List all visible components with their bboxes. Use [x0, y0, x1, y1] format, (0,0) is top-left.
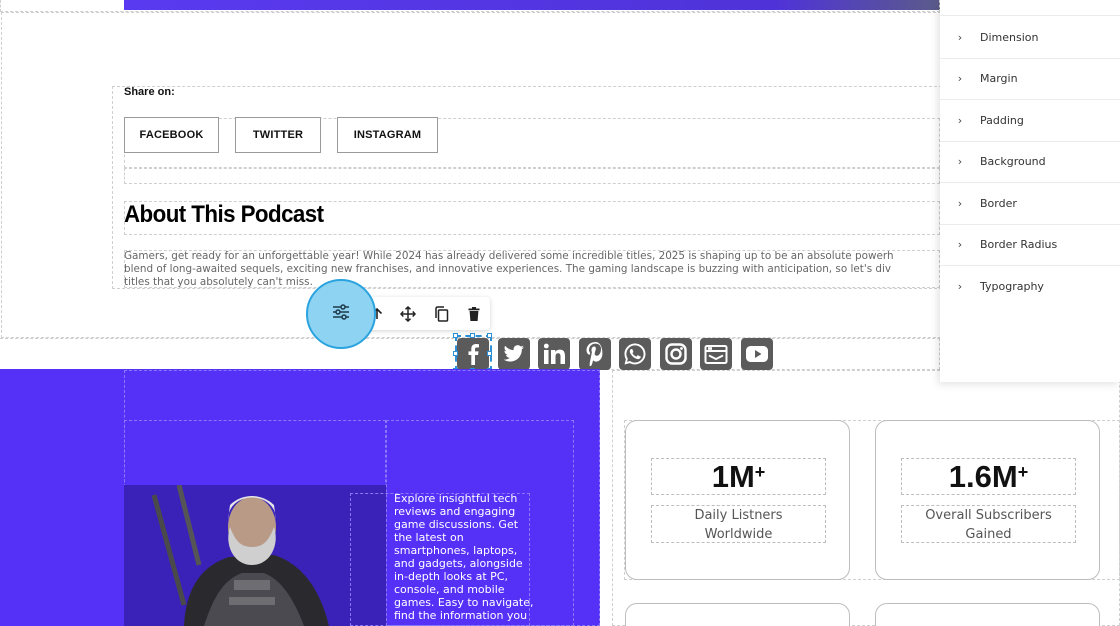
chevron-right-icon: › — [957, 72, 963, 86]
stat-suffix: + — [1017, 462, 1029, 482]
paragraph-line: titles that you absolutely can't miss. — [124, 276, 313, 288]
youtube-icon[interactable] — [741, 338, 773, 370]
panel-item-label: Margin — [980, 72, 1018, 86]
panel-item-label: Dimension — [980, 30, 1039, 44]
stat-label-line: Daily Listners — [694, 508, 783, 523]
row-outline — [124, 168, 940, 184]
style-panel: › Dimension › Margin › Padding › Background … — [940, 0, 1120, 382]
chevron-right-icon: › — [957, 196, 963, 210]
editor-canvas: Share on: FACEBOOK TWITTER INSTAGRAM Abo… — [0, 0, 1120, 626]
resize-handle[interactable] — [487, 333, 492, 338]
delete-icon[interactable] — [459, 297, 489, 330]
share-label: Share on: — [124, 86, 175, 98]
duplicate-icon[interactable] — [426, 297, 456, 330]
stat-number: 1.6M + — [901, 458, 1076, 495]
twitter-share-button[interactable]: TWITTER — [235, 117, 321, 153]
resize-handle[interactable] — [470, 333, 475, 338]
stat-card: 1.6M + Overall Subscribers Gained — [875, 420, 1100, 580]
panel-item-padding[interactable]: › Padding — [940, 100, 1120, 142]
hero-description: Explore insightful tech reviews and enga… — [394, 492, 534, 622]
section-outline — [0, 0, 940, 12]
move-icon[interactable] — [393, 297, 423, 330]
panel-item-label: Border — [980, 196, 1017, 210]
panel-item-label: Border Radius — [980, 238, 1058, 252]
witcher-image — [124, 485, 386, 626]
paragraph-line: blend of long-awaited sequels, exciting … — [124, 263, 892, 275]
chevron-right-icon: › — [957, 155, 963, 169]
stat-number: 1M + — [651, 458, 826, 495]
stat-label-line: Overall Subscribers — [925, 508, 1052, 523]
panel-item-border-radius[interactable]: › Border Radius — [940, 225, 1120, 266]
panel-item-dimension[interactable]: › Dimension — [940, 17, 1120, 59]
resize-handle[interactable] — [487, 351, 492, 356]
panel-item-border[interactable]: › Border — [940, 183, 1120, 225]
settings-button[interactable] — [306, 279, 376, 349]
podcast-heading: About This Podcast — [124, 201, 324, 228]
stat-label-line: Gained — [965, 527, 1012, 542]
instagram-icon[interactable] — [660, 338, 692, 370]
stat-card — [625, 603, 850, 626]
pinterest-icon[interactable] — [579, 338, 611, 370]
chevron-right-icon: › — [957, 30, 963, 44]
panel-item-background[interactable]: › Background — [940, 142, 1120, 183]
stat-card: 1M + Daily Listners Worldwide — [625, 420, 850, 580]
resize-handle[interactable] — [453, 351, 458, 356]
stat-label: Daily Listners Worldwide — [651, 505, 826, 543]
whatsapp-icon[interactable] — [619, 338, 651, 370]
chevron-right-icon: › — [957, 238, 963, 252]
chevron-right-icon: › — [957, 280, 963, 294]
panel-item-margin[interactable]: › Margin — [940, 59, 1120, 100]
chevron-right-icon: › — [957, 113, 963, 127]
panel-item-label: Padding — [980, 113, 1024, 127]
panel-item[interactable] — [940, 0, 1120, 16]
panel-item-label: Typography — [980, 280, 1044, 294]
facebook-share-button[interactable]: FACEBOOK — [124, 117, 219, 153]
paragraph-line: Gamers, get ready for an unforgettable y… — [124, 250, 894, 262]
settings-icon — [332, 304, 350, 324]
stat-value: 1.6M — [948, 458, 1018, 494]
twitter-icon[interactable] — [498, 338, 530, 370]
stat-suffix: + — [754, 462, 766, 482]
resize-handle[interactable] — [453, 333, 458, 338]
podcast-paragraph: Gamers, get ready for an unforgettable y… — [124, 250, 954, 289]
panel-item-label: Background — [980, 155, 1046, 169]
panel-item-typography[interactable]: › Typography — [940, 266, 1120, 308]
instagram-share-button[interactable]: INSTAGRAM — [337, 117, 438, 153]
stat-label-line: Worldwide — [704, 527, 773, 542]
linkedin-icon[interactable] — [538, 338, 570, 370]
stat-label: Overall Subscribers Gained — [901, 505, 1076, 543]
stat-value: 1M — [711, 458, 755, 494]
email-icon[interactable] — [700, 338, 732, 370]
stat-card — [875, 603, 1100, 626]
